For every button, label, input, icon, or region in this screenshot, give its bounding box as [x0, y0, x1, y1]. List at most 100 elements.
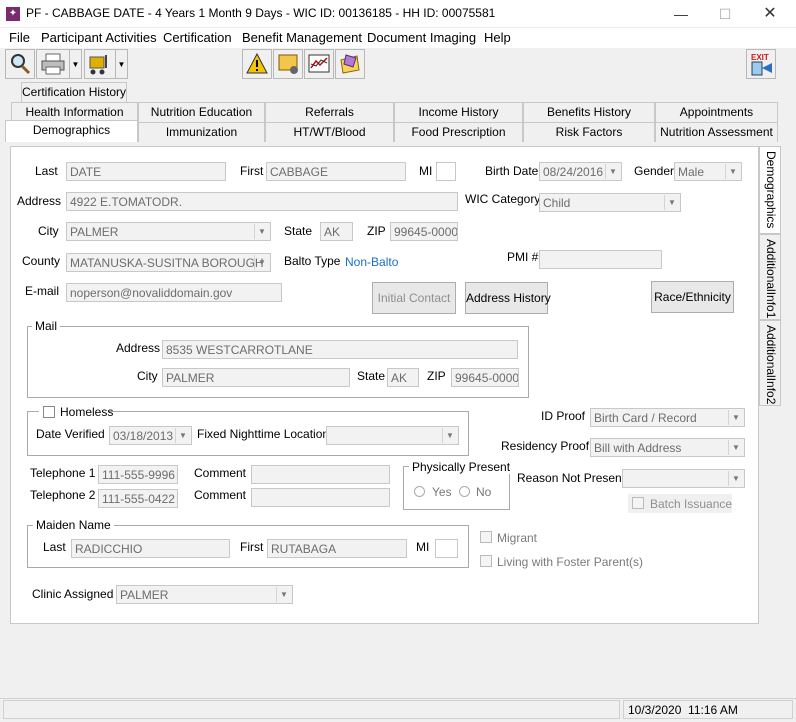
maiden-first-field[interactable]: RUTABAGA	[267, 539, 407, 558]
race-ethnicity-button[interactable]: Race/Ethnicity	[651, 281, 734, 313]
svg-text:EXIT: EXIT	[751, 53, 769, 62]
last-name-label: Last	[35, 164, 58, 178]
email-field[interactable]: noperson@novaliddomain.gov	[66, 283, 282, 302]
foster-parent-checkbox[interactable]	[480, 555, 492, 567]
fixed-nighttime-select[interactable]: ▼	[326, 426, 459, 445]
chevron-down-icon: ▼	[71, 59, 80, 69]
address-history-button[interactable]: Address History	[465, 282, 551, 314]
side-tab-demographics[interactable]: Demographics	[759, 146, 781, 234]
mail-state-label: State	[357, 369, 386, 383]
mi-field[interactable]	[436, 162, 456, 181]
present-no-radio[interactable]	[459, 486, 470, 497]
tab-referrals[interactable]: Referrals	[265, 102, 394, 122]
date-verified-value: 03/18/2013	[113, 429, 174, 443]
tab-certification-history[interactable]: Certification History	[21, 82, 127, 102]
zip-field[interactable]: 99645-0000	[390, 222, 458, 241]
tab-immunization[interactable]: Immunization	[138, 122, 265, 142]
tab-nutrition-assessment[interactable]: Nutrition Assessment	[655, 122, 778, 142]
city-select[interactable]: PALMER ▼	[66, 222, 271, 241]
residency-proof-select[interactable]: Bill with Address ▼	[590, 438, 745, 457]
chevron-down-icon: ▼	[605, 164, 620, 179]
cart-tools-icon	[89, 55, 107, 75]
comment2-field[interactable]	[251, 488, 390, 507]
side-tab-additionalinfo2[interactable]: AdditionalInfo2	[759, 320, 781, 406]
id-proof-value: Birth Card / Record	[594, 411, 697, 425]
maximize-button[interactable]: ☐	[710, 4, 740, 24]
batch-issuance-checkbox[interactable]	[632, 497, 644, 509]
reason-not-present-select[interactable]: ▼	[622, 469, 745, 488]
gender-select[interactable]: Male ▼	[674, 162, 742, 181]
first-name-field[interactable]: CABBAGE	[266, 162, 406, 181]
gender-label: Gender	[634, 164, 675, 178]
tab-food-prescription[interactable]: Food Prescription	[394, 122, 523, 142]
print-dropdown[interactable]: ▼	[70, 49, 82, 79]
clinic-assigned-value: PALMER	[120, 588, 169, 602]
menu-participant-activities[interactable]: Participant Activities	[41, 30, 157, 45]
address-field[interactable]: 4922 E.TOMATODR.	[66, 192, 458, 211]
tools-dropdown[interactable]: ▼	[116, 49, 128, 79]
telephone1-field[interactable]: 111-555-9996	[98, 465, 178, 484]
mail-zip-field[interactable]: 99645-0000	[451, 368, 519, 387]
clinic-assigned-select[interactable]: PALMER ▼	[116, 585, 293, 604]
tab-benefits-history[interactable]: Benefits History	[523, 102, 655, 122]
last-name-field[interactable]: DATE	[66, 162, 226, 181]
tab-demographics[interactable]: Demographics	[5, 120, 138, 142]
maiden-last-field[interactable]: RADICCHIO	[71, 539, 230, 558]
tab-appointments[interactable]: Appointments	[655, 102, 778, 122]
telephone1-label: Telephone 1	[30, 466, 96, 480]
tab-risk-factors[interactable]: Risk Factors	[523, 122, 655, 142]
state-label: State	[284, 224, 313, 238]
telephone2-field[interactable]: 111-555-0422	[98, 489, 178, 508]
tab-health-information[interactable]: Health Information	[11, 102, 138, 122]
city-value: PALMER	[70, 225, 119, 239]
minimize-button[interactable]: —	[666, 4, 696, 24]
mail-city-field[interactable]: PALMER	[162, 368, 350, 387]
birth-date-picker[interactable]: 08/24/2016 ▼	[539, 162, 622, 181]
warning-icon	[246, 52, 268, 74]
homeless-checkbox[interactable]	[43, 406, 55, 418]
menu-help[interactable]: Help	[484, 30, 511, 45]
mail-state-field[interactable]: AK	[387, 368, 419, 387]
residency-proof-label: Residency Proof	[501, 439, 590, 453]
tab-nutrition-education[interactable]: Nutrition Education	[138, 102, 265, 122]
mail-address-field[interactable]: 8535 WESTCARROTLANE	[162, 340, 518, 359]
print-button[interactable]	[36, 49, 70, 79]
maiden-mi-field[interactable]	[435, 539, 458, 558]
search-button[interactable]	[5, 49, 35, 79]
tab-ht-wt-blood[interactable]: HT/WT/Blood	[265, 122, 394, 142]
migrant-checkbox[interactable]	[480, 531, 492, 543]
date-verified-picker[interactable]: 03/18/2013 ▼	[109, 426, 192, 445]
telephone2-label: Telephone 2	[30, 488, 96, 502]
chevron-down-icon: ▼	[175, 428, 190, 443]
mail-group	[27, 326, 529, 398]
state-field[interactable]: AK	[320, 222, 353, 241]
menu-certification[interactable]: Certification	[163, 30, 232, 45]
exit-button[interactable]: EXIT	[746, 49, 776, 79]
menu-benefit-management[interactable]: Benefit Management	[242, 30, 362, 45]
documents-button[interactable]	[335, 49, 365, 79]
notes-button[interactable]	[273, 49, 303, 79]
menu-document-imaging[interactable]: Document Imaging	[367, 30, 476, 45]
present-yes-label: Yes	[432, 485, 452, 499]
menu-file[interactable]: File	[9, 30, 30, 45]
app-icon: ✦	[6, 7, 20, 21]
notes-icon	[278, 54, 298, 74]
county-select[interactable]: MATANUSKA-SUSITNA BOROUGH ▼	[66, 253, 271, 272]
growth-chart-button[interactable]	[304, 49, 334, 79]
alert-button[interactable]	[242, 49, 272, 79]
present-yes-radio[interactable]	[414, 486, 425, 497]
side-tab-additionalinfo1[interactable]: AdditionalInfo1	[759, 234, 781, 320]
tab-income-history[interactable]: Income History	[394, 102, 523, 122]
comment1-field[interactable]	[251, 465, 390, 484]
chevron-down-icon: ▼	[254, 224, 269, 239]
email-label: E-mail	[25, 284, 60, 298]
initial-contact-button[interactable]: Initial Contact	[372, 282, 456, 314]
status-datetime: 10/3/2020 11:16 AM	[623, 700, 793, 719]
county-value: MATANUSKA-SUSITNA BOROUGH	[70, 256, 264, 270]
wic-category-select[interactable]: Child ▼	[539, 193, 681, 212]
window-title: PF - CABBAGE DATE - 4 Years 1 Month 9 Da…	[26, 6, 496, 20]
id-proof-select[interactable]: Birth Card / Record ▼	[590, 408, 745, 427]
close-button[interactable]: ✕	[755, 4, 785, 24]
tools-button[interactable]	[84, 49, 116, 79]
pmi-field[interactable]	[539, 250, 662, 269]
